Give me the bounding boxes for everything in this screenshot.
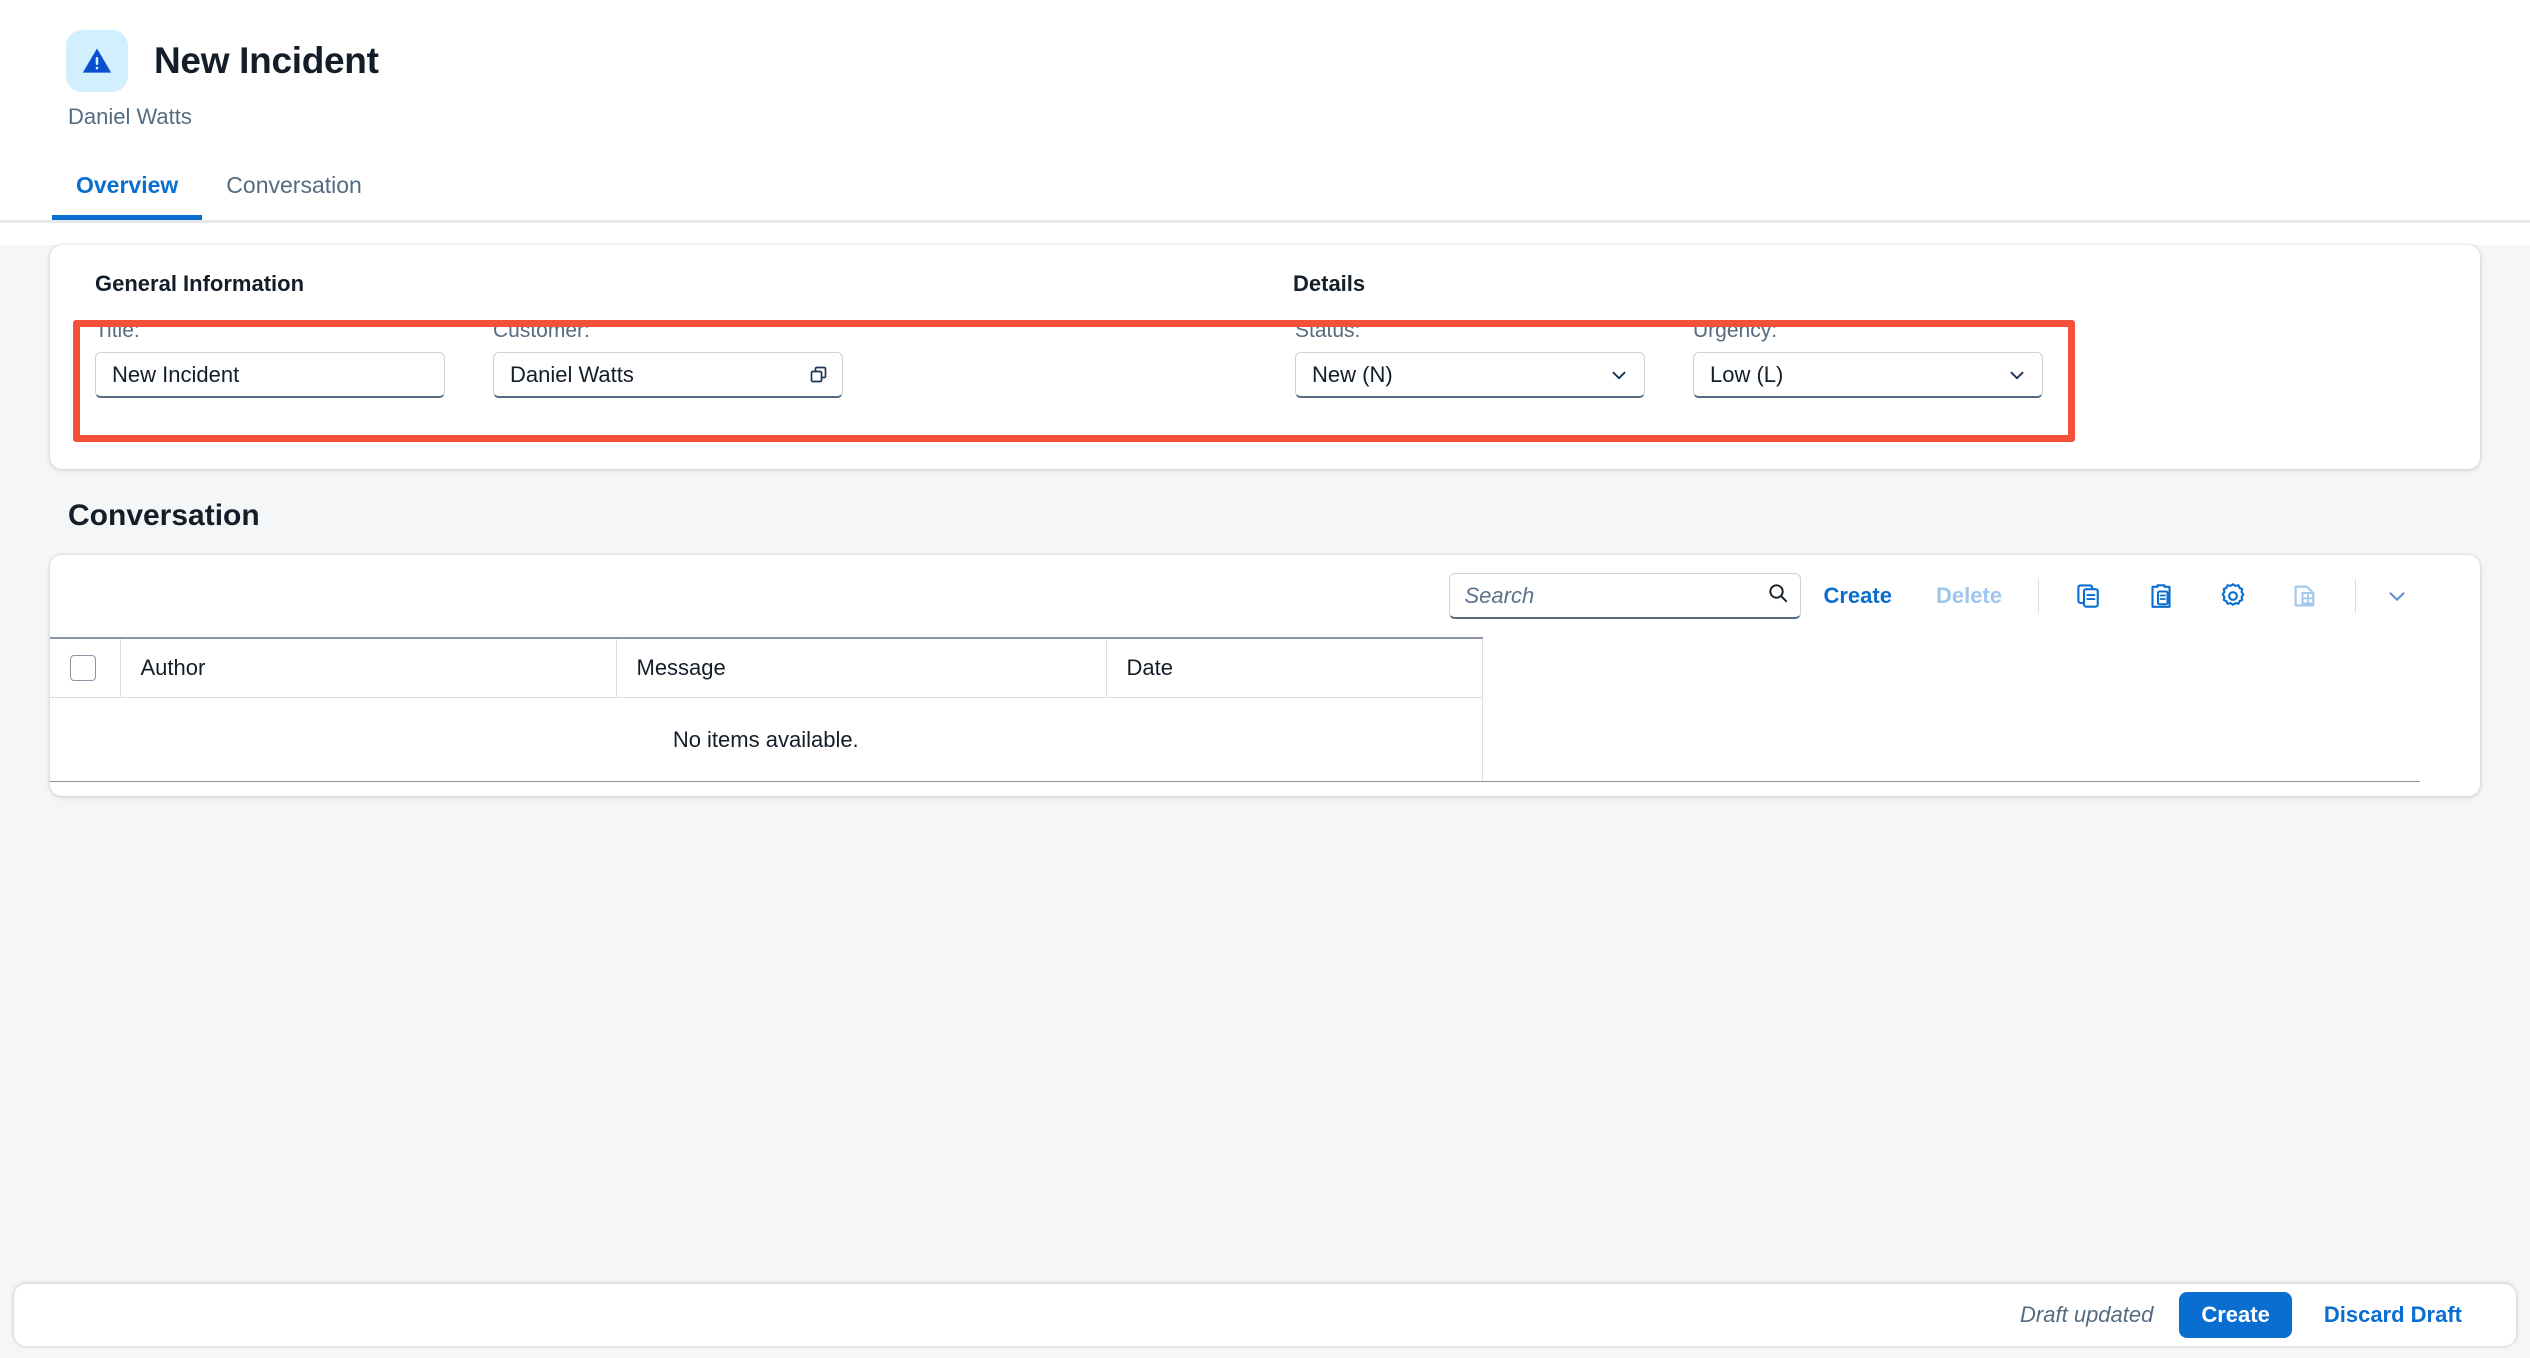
field-label-urgency: Urgency: bbox=[1693, 319, 1778, 342]
delete-message-button[interactable]: Delete bbox=[1914, 583, 2024, 609]
page-subtitle: Daniel Watts bbox=[68, 104, 192, 129]
general-information-card: General Information Details Title: Custo… bbox=[50, 245, 2480, 469]
select-all-checkbox[interactable] bbox=[70, 655, 96, 681]
page-content: General Information Details Title: Custo… bbox=[0, 245, 2530, 1358]
status-select[interactable]: New (N) bbox=[1295, 352, 1645, 398]
chevron-down-icon[interactable] bbox=[2004, 364, 2030, 386]
table-bottom-border bbox=[50, 781, 2420, 782]
chevron-down-icon[interactable] bbox=[2380, 573, 2414, 619]
column-header-author[interactable]: Author bbox=[120, 637, 617, 698]
urgency-select[interactable]: Low (L) bbox=[1693, 352, 2043, 398]
discard-draft-button[interactable]: Discard Draft bbox=[2306, 1292, 2480, 1338]
title-input-wrapper[interactable] bbox=[95, 352, 445, 398]
field-label-status: Status: bbox=[1295, 319, 1361, 342]
section-heading-general: General Information bbox=[95, 271, 305, 296]
field-label-title: Title: bbox=[95, 319, 140, 342]
conversation-table-card: Create Delete bbox=[50, 555, 2480, 796]
no-data-text: No items available. bbox=[50, 697, 1483, 782]
chevron-down-icon[interactable] bbox=[1606, 364, 1632, 386]
field-customer: Customer: bbox=[493, 319, 843, 398]
toolbar-separator bbox=[2038, 579, 2039, 613]
gear-icon[interactable] bbox=[2210, 573, 2256, 619]
value-help-copy-icon[interactable] bbox=[802, 358, 836, 392]
customer-input[interactable] bbox=[506, 353, 802, 396]
table-toolbar: Create Delete bbox=[50, 555, 2480, 637]
table-empty-row: No items available. bbox=[50, 697, 1483, 782]
incident-page: New Incident Daniel Watts Overview Conve… bbox=[0, 0, 2530, 1358]
select-all-header bbox=[50, 637, 121, 698]
column-header-message[interactable]: Message bbox=[616, 637, 1107, 698]
customer-input-wrapper[interactable] bbox=[493, 352, 843, 398]
copy-icon[interactable] bbox=[2066, 573, 2112, 619]
table-bottom-padding bbox=[50, 782, 2480, 796]
create-message-button[interactable]: Create bbox=[1801, 583, 1913, 609]
fields-row: Title: Customer: bbox=[50, 319, 2480, 398]
toolbar-separator-2 bbox=[2355, 579, 2356, 613]
warning-triangle-icon bbox=[66, 30, 128, 92]
export-to-spreadsheet-icon[interactable] bbox=[2282, 573, 2328, 619]
conversation-grid: Author Message Date No items available. bbox=[50, 637, 2480, 782]
title-row: New Incident bbox=[0, 30, 2530, 92]
footer-bar: Draft updated Create Discard Draft bbox=[14, 1284, 2516, 1346]
page-title: New Incident bbox=[154, 40, 379, 81]
conversation-heading: Conversation bbox=[68, 499, 260, 532]
field-urgency: Urgency: Low (L) bbox=[1693, 319, 2043, 398]
paste-icon[interactable] bbox=[2138, 573, 2184, 619]
status-value: New (N) bbox=[1312, 361, 1393, 387]
object-page-header: New Incident Daniel Watts Overview Conve… bbox=[0, 0, 2530, 223]
field-status: Status: New (N) bbox=[1295, 319, 1645, 398]
section-headings: General Information Details bbox=[50, 271, 2480, 297]
section-heading-details: Details bbox=[1293, 271, 1366, 296]
tab-bar: Overview Conversation bbox=[0, 166, 2530, 220]
create-button[interactable]: Create bbox=[2179, 1292, 2292, 1338]
search-icon[interactable] bbox=[1766, 581, 1790, 610]
urgency-value: Low (L) bbox=[1710, 361, 1784, 387]
search-input-wrapper[interactable] bbox=[1449, 573, 1802, 619]
tab-bar-divider bbox=[0, 220, 2530, 223]
search-input[interactable] bbox=[1464, 582, 1767, 609]
column-header-date[interactable]: Date bbox=[1106, 637, 1483, 698]
title-input[interactable] bbox=[108, 353, 432, 396]
draft-status-text: Draft updated bbox=[2020, 1302, 2154, 1327]
tab-overview[interactable]: Overview bbox=[52, 166, 203, 220]
field-label-customer: Customer: bbox=[493, 319, 590, 342]
messages-table: Author Message Date No items available. bbox=[50, 637, 1483, 782]
tab-conversation[interactable]: Conversation bbox=[202, 166, 386, 220]
table-header-row: Author Message Date bbox=[50, 637, 1483, 698]
field-title: Title: bbox=[95, 319, 445, 398]
